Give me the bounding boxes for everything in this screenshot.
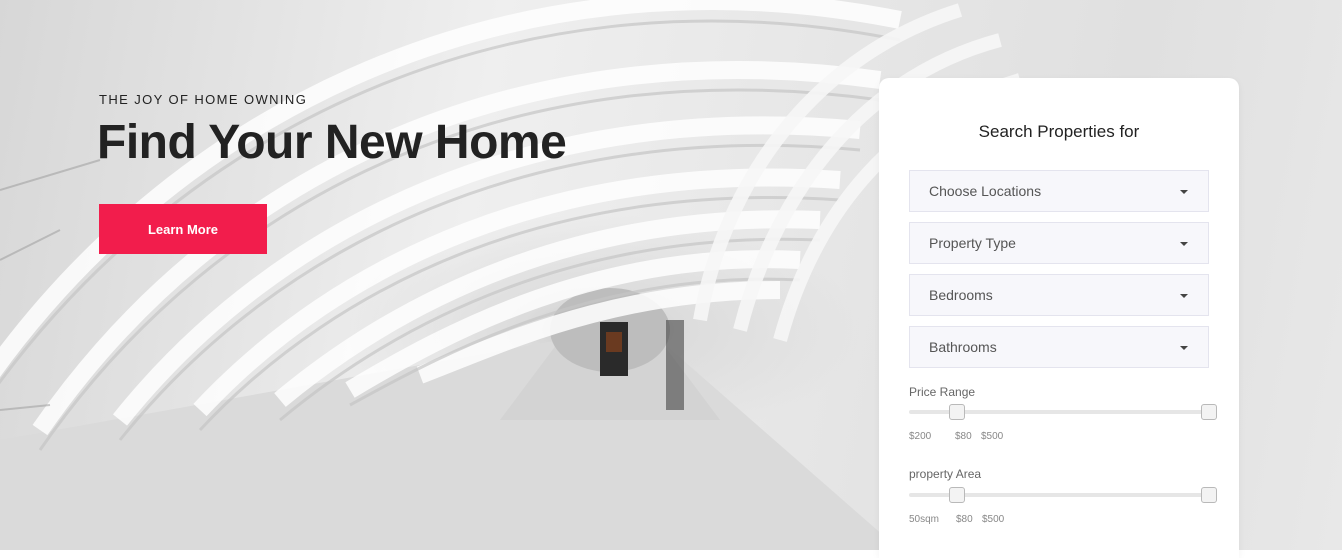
price-range-min-value: $200: [909, 431, 932, 442]
hero-text: THE JOY OF HOME OWNING Find Your New Hom…: [97, 92, 567, 171]
chevron-down-icon: [1180, 242, 1188, 246]
area-range-max-handle[interactable]: [1201, 487, 1217, 503]
bedrooms-select[interactable]: Bedrooms: [909, 274, 1209, 316]
chevron-down-icon: [1180, 346, 1188, 350]
hero-headline: Find Your New Home: [97, 116, 567, 169]
location-select-label: Choose Locations: [929, 183, 1042, 199]
area-range-slider[interactable]: [909, 487, 1217, 503]
location-select[interactable]: Choose Locations: [909, 170, 1209, 212]
price-range-slider[interactable]: [909, 404, 1217, 420]
price-range-label: Price Range: [909, 385, 976, 399]
area-range-low-value: $80: [956, 514, 973, 525]
price-range-min-handle[interactable]: [949, 404, 965, 420]
price-range-low-value: $80: [955, 431, 972, 442]
property-type-select-label: Property Type: [929, 235, 1016, 251]
bathrooms-select-label: Bathrooms: [929, 339, 997, 355]
area-range-label: property Area: [909, 467, 982, 481]
area-range-min-value: 50sqm: [909, 514, 940, 525]
price-range-max-handle[interactable]: [1201, 404, 1217, 420]
chevron-down-icon: [1180, 190, 1188, 194]
search-panel-title: Search Properties for: [978, 122, 1140, 141]
bathrooms-select[interactable]: Bathrooms: [909, 326, 1209, 368]
area-range-min-handle[interactable]: [949, 487, 965, 503]
area-range-high-value: $500: [982, 514, 1005, 525]
bedrooms-select-label: Bedrooms: [929, 287, 993, 303]
property-type-select[interactable]: Property Type: [909, 222, 1209, 264]
search-panel: Search Properties for Choose Locations P…: [879, 78, 1239, 558]
hero-eyebrow: THE JOY OF HOME OWNING: [99, 92, 308, 107]
price-range-high-value: $500: [981, 431, 1004, 442]
chevron-down-icon: [1180, 294, 1188, 298]
learn-more-button[interactable]: Learn More: [99, 204, 267, 254]
